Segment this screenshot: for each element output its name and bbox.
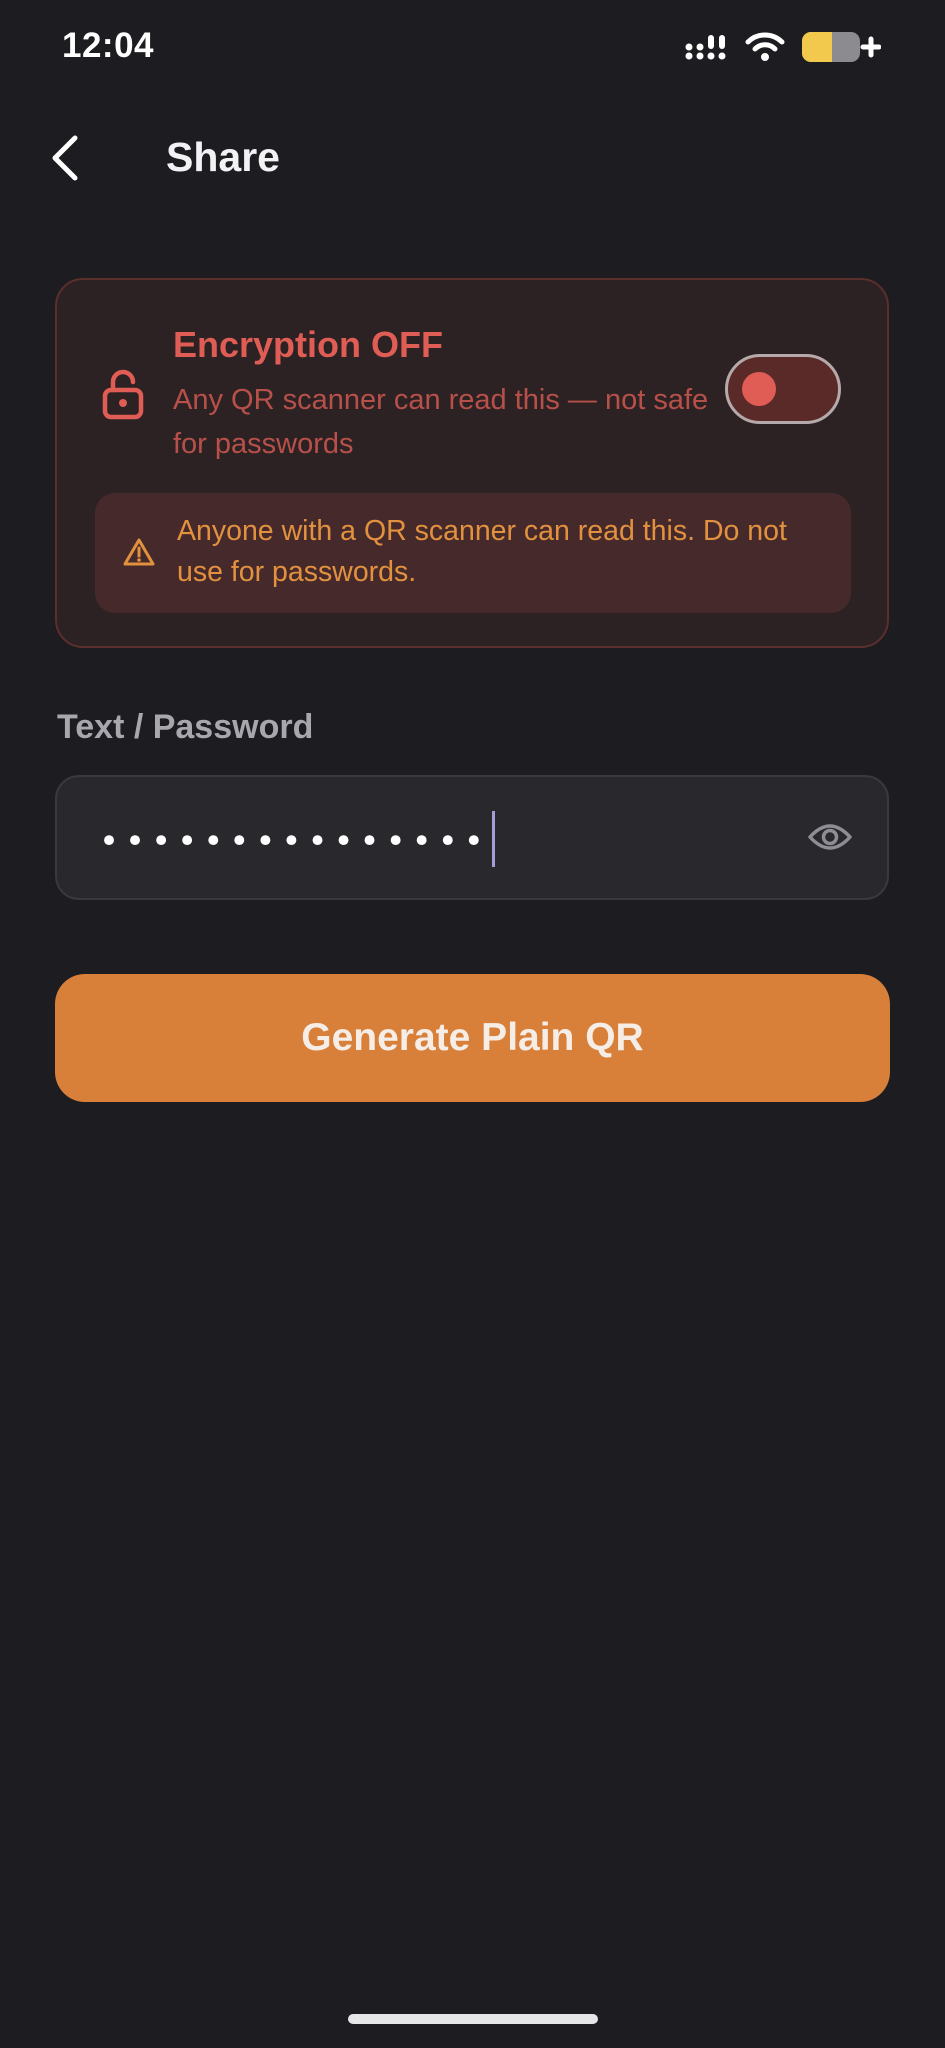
battery-charging-icon [801, 30, 882, 69]
chevron-left-icon [47, 133, 81, 188]
warning-banner: Anyone with a QR scanner can read this. … [95, 493, 851, 613]
warning-triangle-icon [123, 537, 155, 567]
encryption-description: Any QR scanner can read this — not safe … [173, 384, 709, 460]
masked-text: ••••••••••••••• [99, 821, 490, 862]
page-title: Share [166, 134, 280, 180]
password-masked-value: ••••••••••••••• [99, 811, 495, 871]
text-cursor [491, 811, 495, 867]
cellular-signal-icon [685, 33, 729, 66]
generate-plain-qr-button[interactable]: Generate Plain QR [55, 974, 890, 1102]
home-indicator [348, 2014, 598, 2024]
encryption-toggle[interactable] [725, 354, 841, 424]
text-password-label: Text / Password [57, 708, 314, 746]
status-time: 12:04 [62, 26, 155, 65]
back-button[interactable] [34, 130, 94, 190]
warning-text: Anyone with a QR scanner can read this. … [177, 515, 787, 588]
header: Share [0, 120, 945, 202]
toggle-knob [742, 372, 776, 406]
password-input[interactable]: ••••••••••••••• [55, 775, 889, 900]
eye-icon[interactable] [807, 819, 853, 855]
share-screen: 12:04 Share Encryption OFF Any QR scanne… [0, 0, 945, 2048]
encryption-card: Encryption OFF Any QR scanner can read t… [55, 278, 889, 648]
encryption-title: Encryption OFF [173, 324, 443, 365]
unlocked-padlock-icon [101, 368, 145, 420]
status-icons [685, 30, 882, 69]
status-bar: 12:04 [0, 0, 945, 95]
wifi-icon [745, 32, 785, 67]
